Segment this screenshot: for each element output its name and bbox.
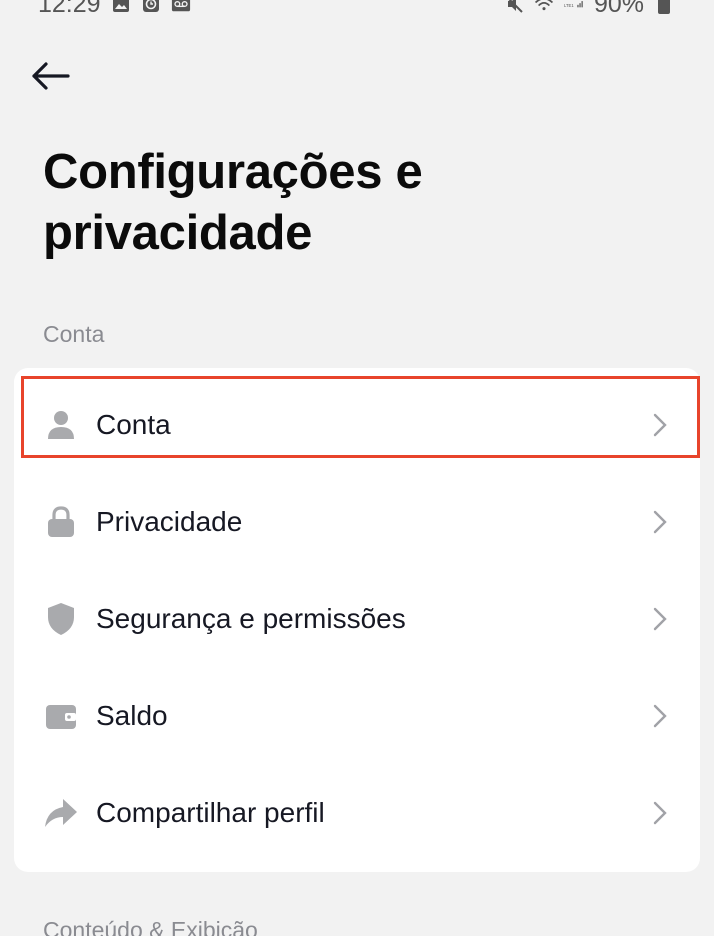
section-header-content-display: Conteúdo & Exibição	[43, 917, 258, 936]
chevron-right-icon	[650, 411, 670, 439]
menu-item-account[interactable]: Conta	[14, 376, 700, 473]
status-time: 12:29	[38, 0, 101, 18]
menu-item-balance[interactable]: Saldo	[14, 667, 700, 764]
gallery-icon	[111, 0, 131, 14]
menu-item-privacy[interactable]: Privacidade	[14, 473, 700, 570]
person-icon	[44, 408, 78, 442]
battery-percent: 90%	[593, 0, 644, 18]
chevron-right-icon	[650, 702, 670, 730]
account-settings-card: Conta Privacidade Segurança e permissões…	[14, 368, 700, 872]
mute-icon	[504, 0, 524, 14]
status-bar-right: LTE1 90%	[504, 0, 674, 19]
wallet-icon	[44, 699, 78, 733]
chevron-right-icon	[650, 605, 670, 633]
menu-item-label: Compartilhar perfil	[96, 796, 325, 828]
shield-icon	[44, 602, 78, 636]
alarm-icon	[141, 0, 161, 14]
chevron-right-icon	[650, 508, 670, 536]
status-bar-left: 12:29	[38, 0, 191, 19]
voicemail-icon	[171, 0, 191, 14]
page-title: Configurações e privacidade	[43, 145, 423, 260]
svg-text:LTE1: LTE1	[564, 3, 574, 8]
lte-signal-icon: LTE1	[564, 0, 584, 14]
share-arrow-icon	[44, 796, 78, 830]
menu-item-label: Conta	[96, 408, 171, 440]
lock-icon	[44, 505, 78, 539]
chevron-right-icon	[650, 799, 670, 827]
back-button[interactable]	[26, 56, 74, 100]
menu-item-label: Privacidade	[96, 505, 243, 537]
status-bar: 12:29 LTE1 90%	[0, 0, 714, 22]
menu-item-label: Segurança e permissões	[96, 602, 406, 634]
arrow-left-icon	[30, 60, 70, 97]
section-header-account: Conta	[43, 321, 105, 347]
menu-item-label: Saldo	[96, 699, 168, 731]
wifi-icon	[534, 0, 554, 14]
battery-icon	[654, 0, 674, 14]
menu-item-security[interactable]: Segurança e permissões	[14, 570, 700, 667]
menu-item-share-profile[interactable]: Compartilhar perfil	[14, 764, 700, 861]
